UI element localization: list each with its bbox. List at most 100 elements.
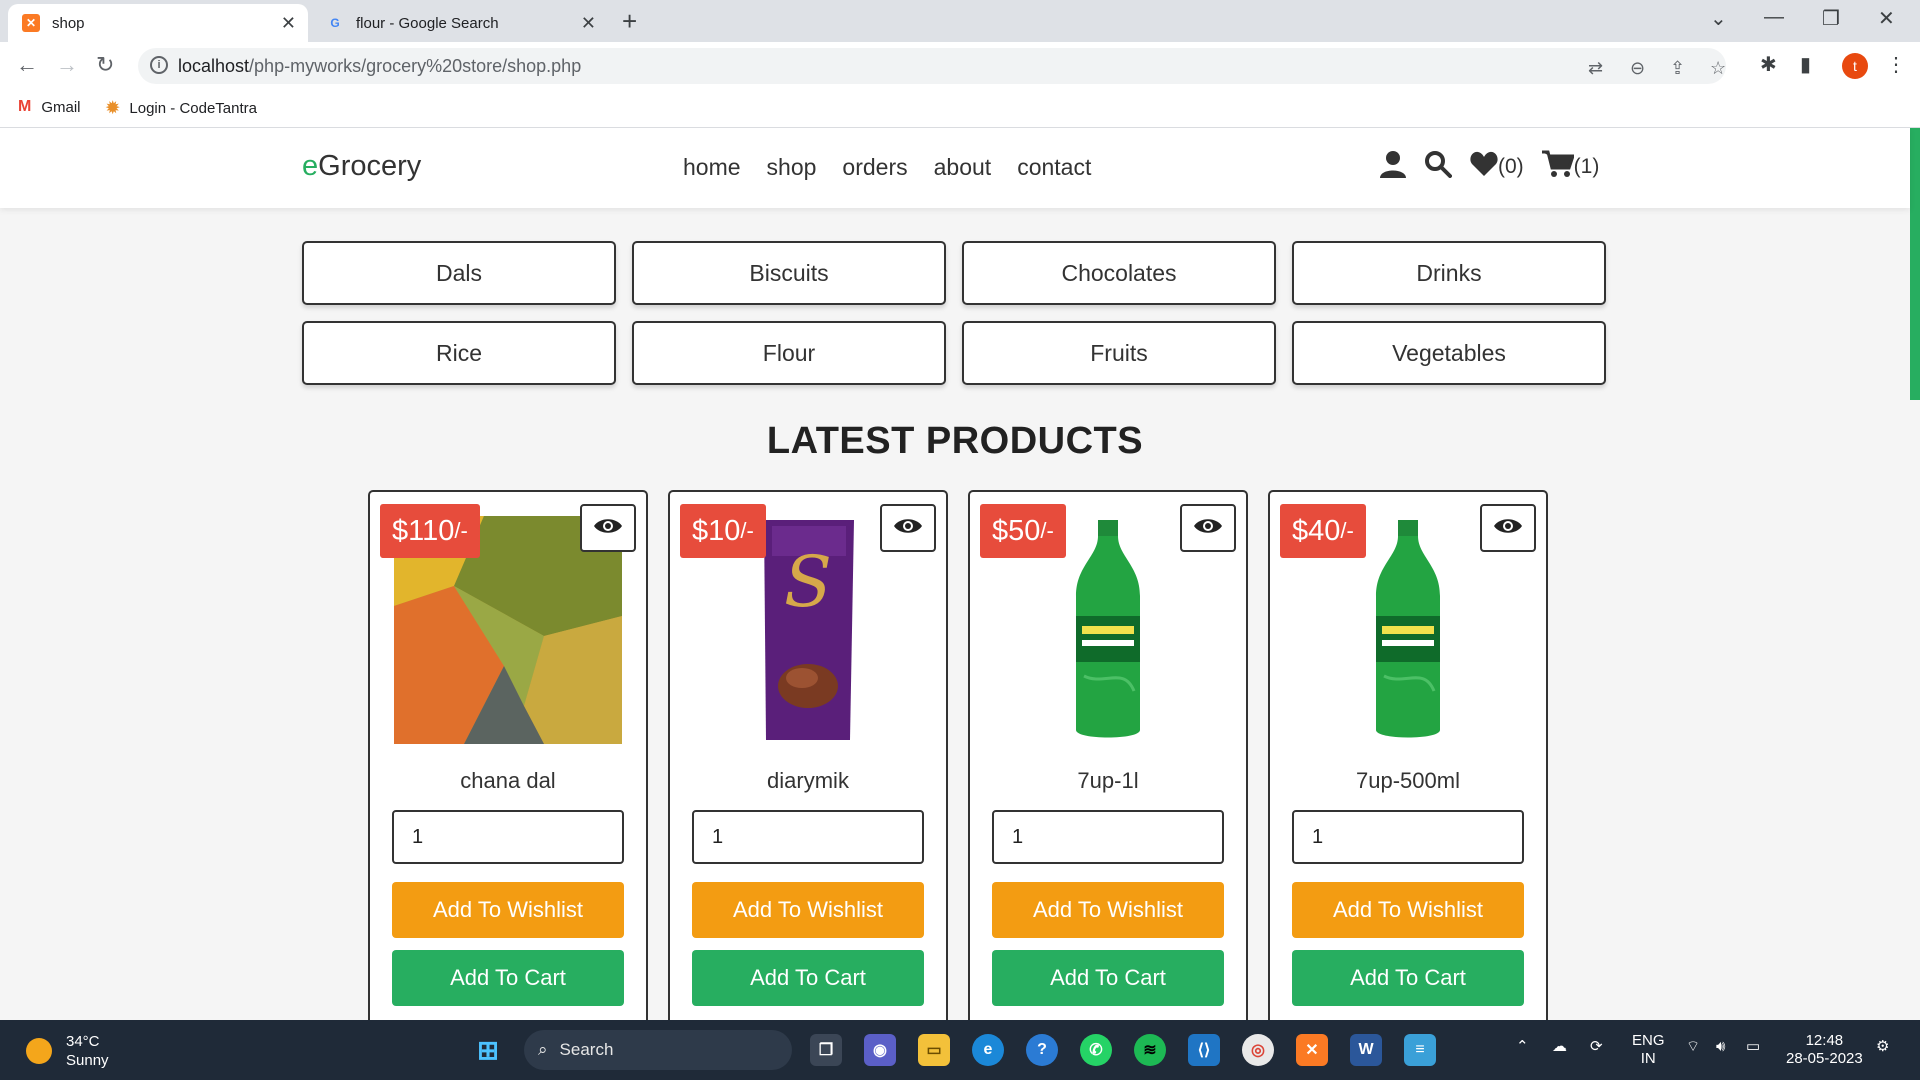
quick-view-button[interactable] — [880, 504, 936, 552]
lang-top: ENG — [1632, 1032, 1665, 1049]
svg-text:S: S — [784, 541, 832, 623]
category-rice[interactable]: Rice — [302, 321, 616, 385]
zoom-icon[interactable]: ⊖ — [1630, 58, 1645, 79]
category-chocolates[interactable]: Chocolates — [962, 241, 1276, 305]
category-fruits[interactable]: Fruits — [962, 321, 1276, 385]
whatsapp-icon[interactable]: ✆ — [1080, 1034, 1112, 1066]
profile-avatar[interactable]: t — [1842, 53, 1868, 79]
add-to-wishlist-button[interactable]: Add To Wishlist — [1292, 882, 1524, 938]
taskbar-search[interactable]: ⌕ Search — [524, 1030, 792, 1070]
minimize-icon[interactable]: — — [1764, 6, 1784, 29]
nav-shop[interactable]: shop — [767, 154, 817, 181]
quick-view-button[interactable] — [1480, 504, 1536, 552]
tab-search-icon[interactable]: ⌄ — [1710, 6, 1727, 31]
close-window-icon[interactable]: ✕ — [1878, 6, 1895, 31]
tab-shop[interactable]: ✕ shop ✕ — [8, 4, 308, 42]
wifi-icon[interactable]: ⌔ — [1686, 1038, 1700, 1056]
spotify-icon[interactable]: ≋ — [1134, 1034, 1166, 1066]
notepad-icon[interactable]: ≡ — [1404, 1034, 1436, 1066]
user-icon[interactable] — [1380, 150, 1406, 184]
wishlist-link[interactable]: (0) — [1470, 151, 1524, 183]
cart-icon — [1541, 150, 1575, 184]
show-hidden-icons[interactable]: ⌃ — [1516, 1038, 1529, 1056]
url-bar[interactable]: i localhost/php-myworks/grocery%20store/… — [138, 48, 1726, 84]
price-badge: $50/- — [980, 504, 1066, 558]
category-flour[interactable]: Flour — [632, 321, 946, 385]
quick-view-button[interactable] — [580, 504, 636, 552]
site-header: eGrocery home shop orders about contact … — [0, 128, 1910, 208]
clock[interactable]: 12:48 28-05-2023 — [1786, 1032, 1863, 1068]
add-to-cart-button[interactable]: Add To Cart — [392, 950, 624, 1006]
price-badge: $110/- — [380, 504, 480, 558]
add-to-cart-button[interactable]: Add To Cart — [692, 950, 924, 1006]
nav-about[interactable]: about — [934, 154, 992, 181]
cart-link[interactable]: (1) — [1541, 150, 1600, 184]
product-name: diarymik — [767, 768, 849, 793]
tab-google-search[interactable]: G flour - Google Search ✕ — [312, 4, 608, 42]
category-vegetables[interactable]: Vegetables — [1292, 321, 1606, 385]
file-explorer-icon[interactable]: ▭ — [918, 1034, 950, 1066]
quantity-input[interactable] — [692, 810, 924, 864]
category-biscuits[interactable]: Biscuits — [632, 241, 946, 305]
page-viewport: eGrocery home shop orders about contact … — [0, 128, 1920, 1020]
quantity-input[interactable] — [992, 810, 1224, 864]
vscode-icon[interactable]: ⟨⟩ — [1188, 1034, 1220, 1066]
back-icon[interactable]: ← — [16, 52, 38, 78]
edge-icon[interactable]: e — [972, 1034, 1004, 1066]
language-indicator[interactable]: ENG IN — [1632, 1032, 1665, 1068]
category-drinks[interactable]: Drinks — [1292, 241, 1606, 305]
xampp-icon[interactable]: ✕ — [1296, 1034, 1328, 1066]
close-tab-icon[interactable]: ✕ — [281, 13, 296, 34]
task-view-icon[interactable]: ❐ — [810, 1034, 842, 1066]
scrollbar-thumb[interactable] — [1910, 128, 1920, 400]
bookmark-gmail[interactable]: M Gmail — [18, 98, 81, 116]
extensions-icon[interactable]: ✱ — [1760, 52, 1777, 77]
chrome-icon[interactable]: ◎ — [1242, 1034, 1274, 1066]
add-to-wishlist-button[interactable]: Add To Wishlist — [992, 882, 1224, 938]
nav-orders[interactable]: orders — [842, 154, 907, 181]
onedrive-icon[interactable]: ☁ — [1552, 1038, 1567, 1056]
bookmarks-bar: M Gmail ✹ Login - CodeTantra — [0, 90, 1920, 128]
battery-icon[interactable]: ▭ — [1746, 1038, 1760, 1056]
search-icon[interactable] — [1424, 150, 1452, 184]
site-logo[interactable]: eGrocery — [302, 150, 421, 183]
browser-tab-bar: ✕ shop ✕ G flour - Google Search ✕ + ⌄ —… — [0, 0, 1920, 42]
category-dals[interactable]: Dals — [302, 241, 616, 305]
add-to-wishlist-button[interactable]: Add To Wishlist — [692, 882, 924, 938]
windows-start-icon[interactable]: ⊞ — [472, 1034, 504, 1066]
add-to-cart-button[interactable]: Add To Cart — [992, 950, 1224, 1006]
cart-count: (1) — [1573, 155, 1600, 178]
word-icon[interactable]: W — [1350, 1034, 1382, 1066]
forward-icon[interactable]: → — [56, 52, 78, 78]
add-to-wishlist-button[interactable]: Add To Wishlist — [392, 882, 624, 938]
weather-widget[interactable]: 34°C Sunny — [26, 1032, 109, 1070]
translate-icon[interactable]: ⇄ — [1588, 58, 1603, 79]
new-tab-button[interactable]: + — [622, 6, 637, 37]
add-to-cart-button[interactable]: Add To Cart — [1292, 950, 1524, 1006]
nav-home[interactable]: home — [683, 154, 741, 181]
sync-icon[interactable]: ⟳ — [1590, 1038, 1603, 1056]
nav-contact[interactable]: contact — [1017, 154, 1091, 181]
reload-icon[interactable]: ↻ — [96, 52, 114, 78]
google-favicon-icon: G — [330, 16, 340, 30]
url-host: localhost — [178, 55, 250, 76]
teams-icon[interactable]: ◉ — [864, 1034, 896, 1066]
notification-icon[interactable]: ⚙ — [1876, 1038, 1889, 1056]
category-grid: Dals Biscuits Chocolates Drinks Rice Flo… — [302, 241, 1608, 385]
quantity-input[interactable] — [1292, 810, 1524, 864]
volume-icon[interactable]: 🔊︎ — [1716, 1038, 1725, 1056]
side-panel-icon[interactable]: ▮ — [1800, 52, 1811, 77]
quantity-input[interactable] — [392, 810, 624, 864]
help-icon[interactable]: ? — [1026, 1034, 1058, 1066]
product-list: $110/- chana dal Add To Wishlist Add To … — [368, 490, 1548, 1020]
restore-icon[interactable]: ❐ — [1822, 6, 1840, 31]
bookmark-label: Login - CodeTantra — [129, 99, 257, 117]
product-card: $50/- 7up-1l Add To Wishlist Add To Cart — [968, 490, 1248, 1020]
quick-view-button[interactable] — [1180, 504, 1236, 552]
site-info-icon[interactable]: i — [150, 56, 168, 74]
bookmark-star-icon[interactable]: ☆ — [1710, 58, 1726, 79]
menu-icon[interactable]: ⋮ — [1886, 52, 1906, 77]
close-tab-icon[interactable]: ✕ — [581, 13, 596, 34]
bookmark-codetantra[interactable]: ✹ Login - CodeTantra — [106, 98, 257, 118]
share-icon[interactable]: ⇪ — [1670, 58, 1685, 79]
